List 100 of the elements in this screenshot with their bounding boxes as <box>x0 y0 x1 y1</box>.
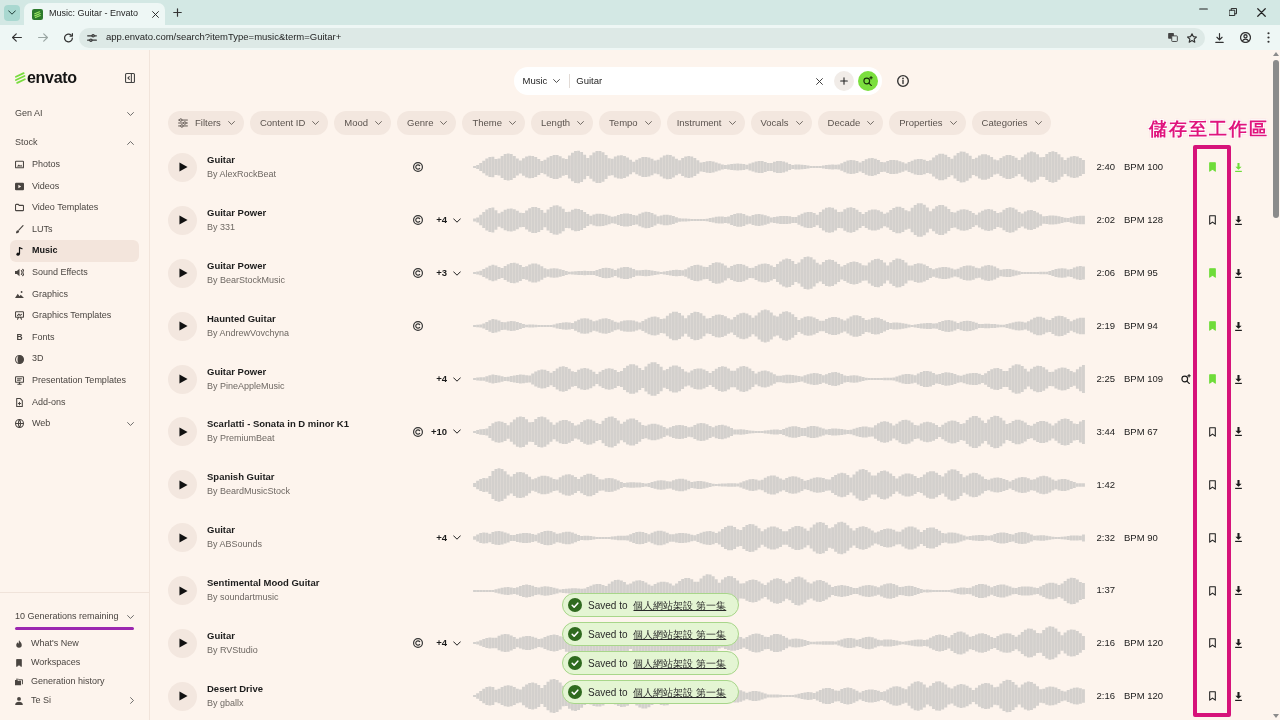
search-field[interactable]: Guitar <box>576 73 816 89</box>
magnifier-sparkle-icon[interactable] <box>1181 374 1191 384</box>
filter-dropdown[interactable]: Genre <box>397 111 457 135</box>
sidebar-item[interactable]: B Fonts <box>10 326 139 349</box>
check-circle-icon <box>568 685 582 699</box>
play-button[interactable] <box>168 628 197 658</box>
sidebar-item[interactable]: Generation history <box>10 672 139 691</box>
play-button[interactable] <box>168 681 197 711</box>
download-icon[interactable] <box>1234 321 1242 331</box>
section-header[interactable]: Gen AI <box>10 103 139 125</box>
play-button[interactable] <box>168 152 197 182</box>
sidebar-item[interactable]: Workspaces <box>10 653 139 672</box>
variations-button[interactable]: +10 <box>430 424 461 439</box>
profile-button[interactable] <box>1240 32 1251 43</box>
sidebar-item[interactable]: Video Templates <box>10 197 139 219</box>
tab-list-button[interactable] <box>4 4 20 21</box>
play-button[interactable] <box>168 576 197 606</box>
download-icon[interactable] <box>1234 691 1242 701</box>
sidebar-item[interactable]: LUTs <box>10 218 139 241</box>
reload-button[interactable] <box>64 32 73 43</box>
download-icon[interactable] <box>1234 215 1242 225</box>
bookmark-icon[interactable] <box>1208 691 1216 702</box>
workspace-link[interactable]: 個人網站架設 第一集 <box>633 597 727 613</box>
category-dropdown[interactable]: Music <box>522 73 561 89</box>
filter-dropdown[interactable]: Mood <box>334 111 392 135</box>
address-bar[interactable]: app.envato.com/search?itemType=music&term=Guitar+ <box>79 27 1205 48</box>
bookmark-icon[interactable] <box>1208 585 1216 596</box>
bookmark-icon[interactable] <box>1208 479 1216 490</box>
scrollbar-thumb[interactable] <box>1273 60 1279 218</box>
filter-dropdown[interactable]: Theme <box>462 111 526 135</box>
tab-close-button[interactable] <box>152 10 159 18</box>
track-title: Guitar <box>207 153 236 166</box>
filter-dropdown[interactable]: Vocals <box>750 111 812 135</box>
sidebar-item[interactable]: Graphics <box>10 283 139 306</box>
play-button[interactable] <box>168 417 197 447</box>
download-icon[interactable] <box>1234 638 1242 648</box>
download-icon[interactable] <box>1234 374 1242 384</box>
menu-button[interactable] <box>1267 32 1270 43</box>
variations-button[interactable]: +4 <box>436 213 461 228</box>
filter-dropdown[interactable]: Categories <box>971 111 1051 135</box>
play-button[interactable] <box>168 205 197 235</box>
download-icon[interactable] <box>1234 586 1242 596</box>
sidebar-item[interactable]: Photos <box>10 154 139 176</box>
filter-dropdown[interactable]: Decade <box>817 111 884 135</box>
sidebar-toggle-button[interactable] <box>125 73 135 83</box>
play-button[interactable] <box>168 311 197 341</box>
download-icon[interactable] <box>1234 480 1242 490</box>
play-icon <box>179 268 188 279</box>
sidebar-item[interactable]: Te Si <box>10 691 139 710</box>
info-button[interactable] <box>896 75 909 87</box>
sidebar-item[interactable]: Add-ons <box>10 391 139 414</box>
download-icon[interactable] <box>1234 427 1242 437</box>
sidebar-item[interactable]: Presentation Templates <box>10 369 139 392</box>
bookmark-icon[interactable] <box>1208 426 1216 437</box>
download-icon[interactable] <box>1234 268 1242 278</box>
bookmark-icon[interactable] <box>1208 532 1216 543</box>
filter-dropdown[interactable]: Properties <box>889 111 966 135</box>
variations-button[interactable]: +4 <box>436 530 461 545</box>
sidebar-item[interactable]: Graphics Templates <box>10 305 139 327</box>
play-button[interactable] <box>168 364 197 394</box>
new-tab-button[interactable] <box>173 8 182 17</box>
sidebar-item[interactable]: Web <box>10 413 139 435</box>
workspace-link[interactable]: 個人網站架設 第一集 <box>633 655 727 671</box>
workspace-link[interactable]: 個人網站架設 第一集 <box>633 684 727 700</box>
sidebar-item[interactable]: Videos <box>10 175 139 198</box>
sliders-icon <box>178 118 188 128</box>
add-button[interactable] <box>833 71 854 91</box>
scrollbar[interactable] <box>1272 50 1280 720</box>
filter-dropdown[interactable]: Instrument <box>666 111 745 135</box>
downloads-button[interactable] <box>1215 32 1224 43</box>
sidebar-item[interactable]: Music <box>10 240 139 262</box>
filter-dropdown[interactable]: Length <box>531 111 594 135</box>
credits-dropdown[interactable]: 10 Generations remaining <box>10 607 139 627</box>
play-button[interactable] <box>168 523 197 553</box>
filter-dropdown[interactable]: Content ID <box>249 111 329 135</box>
search-button[interactable] <box>857 71 878 91</box>
bookmark-icon[interactable] <box>1208 215 1216 226</box>
sidebar-item[interactable]: Sound Effects <box>10 261 139 284</box>
filter-dropdown[interactable]: Tempo <box>599 111 661 135</box>
sidebar-item[interactable]: What's New <box>10 634 139 653</box>
section-header[interactable]: Stock <box>10 132 139 154</box>
download-icon[interactable] <box>1234 533 1242 543</box>
track-author: By soundartmusic <box>207 592 279 603</box>
presentation-board-icon <box>15 376 24 386</box>
bookmark-icon[interactable] <box>1208 638 1216 649</box>
workspace-link[interactable]: 個人網站架設 第一集 <box>633 626 727 642</box>
sidebar-item[interactable]: 3D <box>10 348 139 370</box>
clear-button[interactable] <box>815 77 823 85</box>
variations-button[interactable]: +3 <box>436 266 461 281</box>
mountains-icon <box>15 289 24 299</box>
track-title: Guitar Power <box>207 259 268 272</box>
filters-button[interactable]: Filters <box>168 111 244 135</box>
variations-button[interactable]: +4 <box>436 636 461 651</box>
play-button[interactable] <box>168 470 197 500</box>
browser-tab[interactable]: Music: Guitar - Envato <box>24 3 165 25</box>
play-button[interactable] <box>168 258 197 288</box>
variations-button[interactable]: +4 <box>436 371 461 387</box>
logo-link[interactable]: envato <box>15 66 77 90</box>
search-bar[interactable]: Music Guitar <box>513 67 882 95</box>
back-button[interactable] <box>12 33 22 42</box>
